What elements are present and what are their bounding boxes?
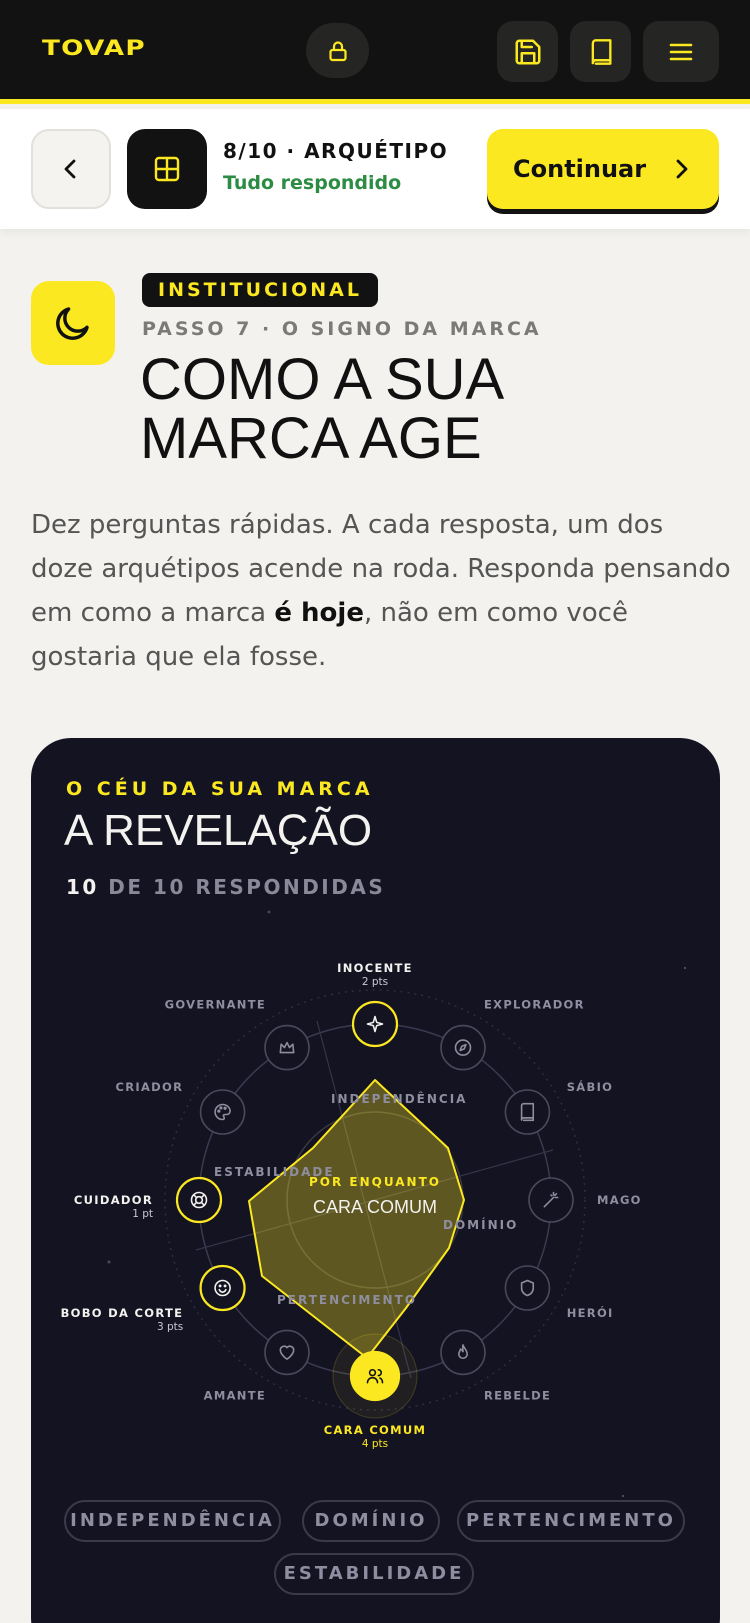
archetype-node-cara-comum: CARA COMUM4 pts — [324, 1333, 427, 1450]
archetype-label-explorador: EXPLORADOR — [484, 997, 585, 1011]
archetype-node-circle — [504, 1265, 551, 1311]
archetype-card: O CÉU DA SUA MARCA A REVELAÇÃO 10 DE 10 … — [31, 738, 720, 1623]
archetype-node-circle — [349, 1350, 401, 1402]
title-line-2: MARCA AGE — [140, 406, 482, 471]
archetype-label-cara-comum: CARA COMUM — [324, 1423, 427, 1437]
floppy-disk-icon — [515, 39, 540, 64]
archetype-label-governante: GOVERNANTE — [165, 997, 266, 1011]
chevron-left-icon — [64, 159, 76, 179]
title-line-1: COMO A SUA — [140, 347, 505, 412]
archetype-wheel: INDEPENDÊNCIA DOMÍNIO PERTENCIMENTO ESTA… — [61, 910, 687, 1498]
archetype-label-mago: MAGO — [597, 1193, 642, 1207]
archetype-label-inocente: INOCENTE — [337, 961, 413, 975]
archetype-node-cuidador: CUIDADOR1 pt — [74, 1176, 223, 1224]
axis-label-independencia: INDEPENDÊNCIA — [331, 1091, 467, 1106]
step-icon — [31, 281, 115, 365]
archetype-label-bobo-da-corte: BOBO DA CORTE — [61, 1306, 184, 1320]
axis-chip: PERTENCIMENTO — [457, 1500, 685, 1542]
archetype-node-her-i: HERÓI — [504, 1265, 614, 1320]
back-button[interactable] — [31, 129, 111, 209]
step-kicker: PASSO 7 · O SIGNO DA MARCA — [142, 318, 542, 340]
step-counter: 8/10 · ARQUÉTIPO — [223, 139, 449, 163]
grid-icon — [154, 156, 180, 182]
archetype-node-circle — [351, 1000, 399, 1048]
archetype-node-inocente: INOCENTE2 pts — [337, 961, 413, 1048]
step-status: Tudo respondido — [223, 172, 402, 194]
axis-chip: ESTABILIDADE — [274, 1553, 474, 1595]
save-button[interactable] — [497, 21, 558, 82]
archetype-node-circle — [440, 1329, 486, 1376]
intro-paragraph: Dez perguntas rápidas. A cada resposta, … — [31, 503, 731, 679]
archetype-node-s-bio: SÁBIO — [504, 1079, 614, 1135]
axis-label-pertencimento: PERTENCIMENTO — [277, 1293, 417, 1307]
progress-bar: 8/10 · ARQUÉTIPO Tudo respondido Continu… — [0, 109, 750, 229]
archetype-node-bobo-da-corte: BOBO DA CORTE3 pts — [61, 1264, 246, 1333]
continue-label: Continuar — [513, 155, 647, 183]
chevron-right-icon — [676, 159, 688, 179]
continue-button[interactable]: Continuar — [487, 129, 719, 209]
logo[interactable]: TOVAP — [42, 36, 146, 60]
archetype-node-circle — [199, 1264, 246, 1312]
archetype-label-her-i: HERÓI — [567, 1305, 614, 1320]
moon-icon — [56, 307, 89, 340]
menu-button[interactable] — [643, 21, 719, 82]
axis-chip: INDEPENDÊNCIA — [64, 1500, 281, 1542]
book-icon — [591, 38, 611, 65]
center-value: CARA COMUM — [313, 1197, 437, 1217]
archetype-points-cuidador: 1 pt — [132, 1208, 153, 1220]
archetype-node-circle — [504, 1089, 551, 1135]
axis-chip: DOMÍNIO — [302, 1500, 440, 1542]
lock-icon — [328, 40, 347, 61]
category-badge: INSTITUCIONAL — [142, 273, 378, 307]
archetype-label-cuidador: CUIDADOR — [74, 1193, 153, 1207]
archetype-points-inocente: 2 pts — [362, 976, 388, 988]
archetype-node-governante: GOVERNANTE — [165, 997, 310, 1071]
archetype-points-cara-comum: 4 pts — [362, 1438, 388, 1450]
lock-button[interactable] — [306, 23, 369, 78]
archetype-node-circle — [264, 1024, 310, 1071]
archetype-node-circle — [440, 1024, 486, 1071]
archetype-node-circle — [175, 1176, 223, 1224]
center-kicker: POR ENQUANTO — [309, 1175, 441, 1189]
archetype-label-amante: AMANTE — [204, 1389, 266, 1403]
archetype-points-bobo-da-corte: 3 pts — [157, 1321, 183, 1333]
archetype-label-criador: CRIADOR — [116, 1080, 184, 1094]
score-polygon — [248, 1079, 465, 1359]
intro-emphasis: é hoje — [274, 598, 364, 628]
hamburger-menu-icon — [669, 43, 693, 60]
archetype-node-circle — [264, 1329, 310, 1376]
archetype-label-s-bio: SÁBIO — [567, 1079, 614, 1094]
archetype-node-criador: CRIADOR — [116, 1080, 246, 1135]
top-bar: TOVAP — [0, 0, 750, 104]
guide-button[interactable] — [570, 21, 631, 82]
axis-label-dominio: DOMÍNIO — [443, 1217, 518, 1232]
archetype-node-rebelde: REBELDE — [440, 1329, 551, 1403]
page-title: COMO A SUA MARCA AGE — [140, 350, 700, 468]
archetype-node-circle — [199, 1089, 246, 1135]
steps-overview-button[interactable] — [127, 129, 207, 209]
archetype-node-explorador: EXPLORADOR — [440, 997, 585, 1071]
archetype-label-rebelde: REBELDE — [484, 1389, 551, 1403]
